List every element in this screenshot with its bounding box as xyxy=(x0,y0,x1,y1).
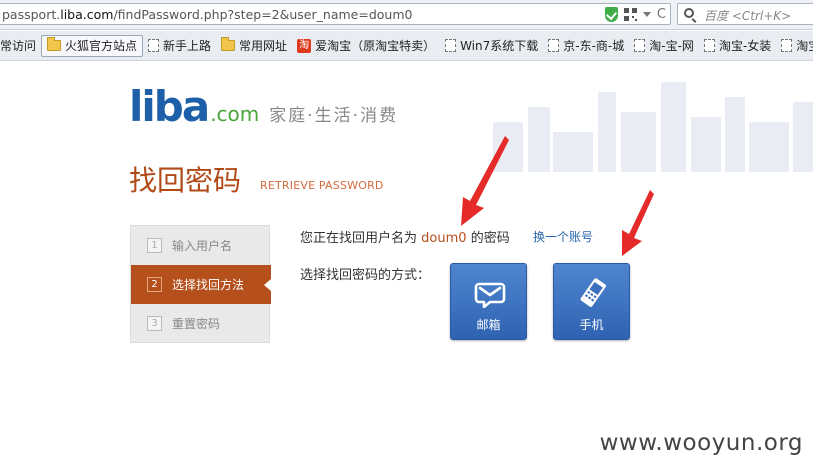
bookmark-item[interactable]: 常用网址 xyxy=(216,35,292,57)
bookmark-item[interactable]: 淘宝 xyxy=(776,35,813,57)
folder-icon xyxy=(221,37,236,51)
bookmarks-bar: 常访问 火狐官方站点 新手上路 常用网址 淘爱淘宝（原淘宝特卖） Win7系统下… xyxy=(0,31,813,61)
method-prompt: 选择找回密码的方式： xyxy=(300,268,431,283)
search-icon[interactable] xyxy=(684,8,694,18)
step-label: 选择找回方法 xyxy=(172,278,245,292)
bookmark-label: 常用网址 xyxy=(239,39,288,53)
mobile-phone-icon xyxy=(580,278,606,307)
address-url[interactable]: passport.liba.com/findPassword.php?step=… xyxy=(2,7,412,22)
page-icon xyxy=(781,39,793,52)
bookmark-label: 火狐官方站点 xyxy=(65,39,138,53)
bookmark-item[interactable]: 火狐官方站点 xyxy=(41,34,144,57)
step-choose-method: 2 选择找回方法 xyxy=(131,265,271,304)
step-reset-password: 3 重置密码 xyxy=(131,304,271,343)
address-bar[interactable]: passport.liba.com/findPassword.php?step=… xyxy=(0,3,671,25)
browser-toolbar: passport.liba.com/findPassword.php?step=… xyxy=(0,0,813,30)
info-suffix: 的密码 xyxy=(470,231,510,246)
logo-domain: .com xyxy=(210,102,260,126)
bookmark-label: 爱淘宝（原淘宝特卖） xyxy=(315,39,436,53)
email-method-label: 邮箱 xyxy=(476,318,501,332)
bookmark-item[interactable]: 京-东-商-城 xyxy=(543,35,629,57)
reload-icon[interactable]: C xyxy=(657,8,666,21)
bookmark-item[interactable]: 淘宝-女装 xyxy=(699,35,776,57)
liba-logo[interactable]: liba .com 家庭·生活·消费 xyxy=(129,82,399,131)
bookmark-item[interactable]: 新手上路 xyxy=(143,35,216,57)
bookmark-label: 新手上路 xyxy=(163,39,212,53)
logo-slogan: 家庭·生活·消费 xyxy=(269,106,399,126)
mail-icon xyxy=(474,282,506,308)
bookmark-label: Win7系统下载 xyxy=(460,39,539,53)
bookmark-label: 淘宝-女装 xyxy=(718,39,772,53)
page-icon xyxy=(634,39,646,52)
bookmark-label: 京-东-商-城 xyxy=(563,39,625,53)
address-bar-icons: C xyxy=(604,7,666,22)
bookmark-item[interactable]: 淘-宝-网 xyxy=(629,35,699,57)
annotation-arrow xyxy=(622,190,654,256)
page-icon xyxy=(445,39,457,52)
folder-icon xyxy=(47,37,62,51)
chevron-down-icon[interactable] xyxy=(642,12,651,17)
bookmark-label: 淘宝 xyxy=(796,39,813,53)
page-title: 找回密码 xyxy=(129,164,242,197)
search-input[interactable]: 百度 <Ctrl+K> xyxy=(704,7,791,24)
page-icon xyxy=(148,39,160,52)
bookmark-item[interactable]: 常访问 xyxy=(0,35,41,57)
bookmark-item[interactable]: 淘爱淘宝（原淘宝特卖） xyxy=(292,35,440,57)
bookmark-label: 常访问 xyxy=(0,39,37,53)
bookmark-item[interactable]: Win7系统下载 xyxy=(440,35,543,57)
email-method-button[interactable]: 邮箱 xyxy=(450,263,527,340)
info-prefix: 您正在找回用户名为 xyxy=(300,231,418,246)
step-number: 3 xyxy=(147,316,162,331)
phone-method-button[interactable]: 手机 xyxy=(553,263,630,340)
page-icon xyxy=(703,39,715,52)
phone-method-label: 手机 xyxy=(579,318,604,332)
recovery-info: 您正在找回用户名为 doum0 的密码 xyxy=(300,227,510,246)
city-skyline-background xyxy=(493,82,813,172)
step-label: 输入用户名 xyxy=(172,239,233,253)
search-box[interactable]: 百度 <Ctrl+K> xyxy=(677,3,813,25)
step-number: 2 xyxy=(147,277,162,292)
switch-account-link[interactable]: 换一个账号 xyxy=(533,228,593,245)
taobao-icon: 淘 xyxy=(297,38,312,53)
steps-sidebar: 1 输入用户名 2 选择找回方法 3 重置密码 xyxy=(130,225,271,343)
step-enter-username: 1 输入用户名 xyxy=(131,226,271,265)
watermark: www.wooyun.org xyxy=(599,430,803,456)
page-icon xyxy=(548,39,560,52)
bookmark-label: 淘-宝-网 xyxy=(649,39,694,53)
step-number: 1 xyxy=(147,238,162,253)
logo-wordmark: liba xyxy=(129,82,210,131)
qr-code-icon[interactable] xyxy=(623,8,637,21)
page-subtitle: RETRIEVE PASSWORD xyxy=(260,179,384,192)
step-label: 重置密码 xyxy=(172,317,221,331)
security-shield-icon[interactable] xyxy=(604,7,618,22)
username-value: doum0 xyxy=(421,231,467,246)
